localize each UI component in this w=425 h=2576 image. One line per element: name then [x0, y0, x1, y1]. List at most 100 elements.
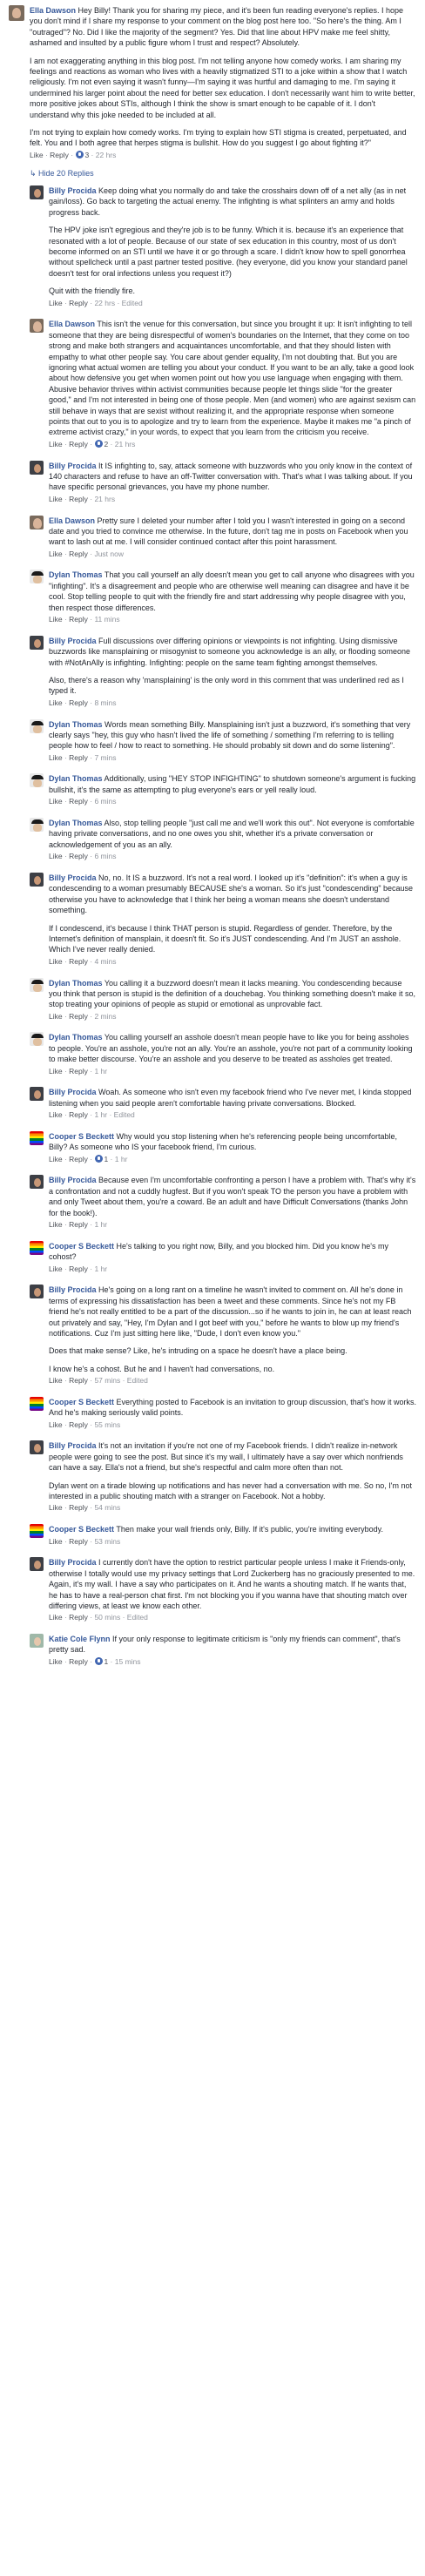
avatar[interactable] [9, 5, 24, 21]
timestamp[interactable]: 4 mins [94, 957, 116, 966]
comment-author[interactable]: Billy Procida [49, 637, 97, 645]
edited-label[interactable]: Edited [127, 1613, 148, 1622]
timestamp[interactable]: 1 hr [115, 1155, 128, 1163]
reply-link[interactable]: Reply [69, 299, 88, 307]
like-link[interactable]: Like [49, 1110, 63, 1119]
comment-author[interactable]: Cooper S Beckett [49, 1242, 114, 1251]
reply-link[interactable]: Reply [69, 1012, 88, 1021]
timestamp[interactable]: 1 hr [94, 1264, 107, 1273]
like-link[interactable]: Like [49, 1420, 63, 1429]
comment-author[interactable]: Dylan Thomas [49, 720, 103, 729]
comment-author[interactable]: Dylan Thomas [49, 774, 103, 783]
hide-replies-label[interactable]: Hide 20 Replies [38, 169, 94, 178]
comment-author[interactable]: Billy Procida [49, 1285, 97, 1294]
reply-link[interactable]: Reply [69, 957, 88, 966]
timestamp[interactable]: 11 mins [94, 615, 119, 624]
avatar[interactable] [30, 872, 44, 887]
avatar[interactable] [30, 773, 44, 788]
like-link[interactable]: Like [49, 440, 63, 448]
reply-link[interactable]: Reply [69, 753, 88, 762]
reply-link[interactable]: Reply [69, 440, 88, 448]
avatar[interactable] [30, 319, 44, 334]
timestamp[interactable]: 54 mins [94, 1503, 120, 1512]
like-link[interactable]: Like [49, 1657, 63, 1666]
comment-author[interactable]: Katie Cole Flynn [49, 1635, 111, 1643]
like-link[interactable]: Like [49, 957, 63, 966]
reply-link[interactable]: Reply [69, 852, 88, 860]
timestamp[interactable]: 53 mins [94, 1537, 120, 1546]
reply-link[interactable]: Reply [69, 550, 88, 558]
like-link[interactable]: Like [49, 615, 63, 624]
comment-author[interactable]: Ella Dawson [30, 6, 76, 15]
like-link[interactable]: Like [49, 1613, 63, 1622]
comment-author[interactable]: Billy Procida [49, 1088, 97, 1096]
like-link[interactable]: Like [49, 299, 63, 307]
comment-author[interactable]: Dylan Thomas [49, 979, 103, 988]
avatar[interactable] [30, 1240, 44, 1255]
reply-link[interactable]: Reply [69, 1264, 88, 1273]
reply-link[interactable]: Reply [69, 1155, 88, 1163]
like-link[interactable]: Like [49, 1012, 63, 1021]
timestamp[interactable]: 22 hrs [94, 299, 115, 307]
timestamp[interactable]: 7 mins [94, 753, 116, 762]
timestamp[interactable]: 50 mins [94, 1613, 120, 1622]
like-link[interactable]: Like [49, 852, 63, 860]
reply-link[interactable]: Reply [69, 1613, 88, 1622]
comment-author[interactable]: Cooper S Beckett [49, 1525, 114, 1534]
comment-author[interactable]: Billy Procida [49, 462, 97, 470]
comment-author[interactable]: Billy Procida [49, 186, 97, 195]
comment-author[interactable]: Billy Procida [49, 1176, 97, 1184]
avatar[interactable] [30, 1032, 44, 1047]
avatar[interactable] [30, 570, 44, 584]
like-count[interactable]: 3 [84, 151, 89, 159]
like-link[interactable]: Like [49, 495, 63, 503]
avatar[interactable] [30, 515, 44, 529]
like-link[interactable]: Like [49, 1537, 63, 1546]
comment-author[interactable]: Billy Procida [49, 873, 97, 882]
avatar[interactable] [30, 1130, 44, 1145]
like-count[interactable]: 1 [104, 1155, 108, 1163]
like-link[interactable]: Like [49, 698, 63, 707]
reply-link[interactable]: Reply [50, 151, 69, 159]
avatar[interactable] [30, 1396, 44, 1411]
like-link[interactable]: Like [30, 151, 44, 159]
avatar[interactable] [30, 460, 44, 475]
comment-author[interactable]: Dylan Thomas [49, 570, 103, 579]
like-link[interactable]: Like [49, 550, 63, 558]
comment-author[interactable]: Ella Dawson [49, 320, 95, 328]
reply-link[interactable]: Reply [69, 1420, 88, 1429]
avatar[interactable] [30, 635, 44, 650]
reply-link[interactable]: Reply [69, 1376, 88, 1385]
avatar[interactable] [30, 1175, 44, 1190]
reply-link[interactable]: Reply [69, 1657, 88, 1666]
comment-author[interactable]: Billy Procida [49, 1558, 97, 1567]
like-link[interactable]: Like [49, 1264, 63, 1273]
timestamp[interactable]: 22 hrs [96, 151, 117, 159]
timestamp[interactable]: 21 hrs [115, 440, 136, 448]
reply-link[interactable]: Reply [69, 615, 88, 624]
avatar[interactable] [30, 1557, 44, 1572]
timestamp[interactable]: 55 mins [94, 1420, 120, 1429]
avatar[interactable] [30, 1087, 44, 1102]
reply-link[interactable]: Reply [69, 1220, 88, 1229]
comment-author[interactable]: Dylan Thomas [49, 1033, 103, 1042]
edited-label[interactable]: Edited [114, 1110, 135, 1119]
timestamp[interactable]: 15 mins [115, 1657, 141, 1666]
reply-link[interactable]: Reply [69, 1537, 88, 1546]
comment-author[interactable]: Cooper S Beckett [49, 1132, 114, 1141]
like-link[interactable]: Like [49, 1155, 63, 1163]
avatar[interactable] [30, 977, 44, 992]
avatar[interactable] [30, 818, 44, 832]
avatar[interactable] [30, 185, 44, 199]
like-link[interactable]: Like [49, 1376, 63, 1385]
like-link[interactable]: Like [49, 753, 63, 762]
comment-author[interactable]: Cooper S Beckett [49, 1398, 114, 1406]
reply-link[interactable]: Reply [69, 495, 88, 503]
edited-label[interactable]: Edited [127, 1376, 148, 1385]
timestamp[interactable]: 6 mins [94, 797, 116, 806]
timestamp[interactable]: Just now [94, 550, 124, 558]
avatar[interactable] [30, 1440, 44, 1455]
timestamp[interactable]: 8 mins [94, 698, 116, 707]
comment-author[interactable]: Dylan Thomas [49, 819, 103, 827]
reply-link[interactable]: Reply [69, 797, 88, 806]
